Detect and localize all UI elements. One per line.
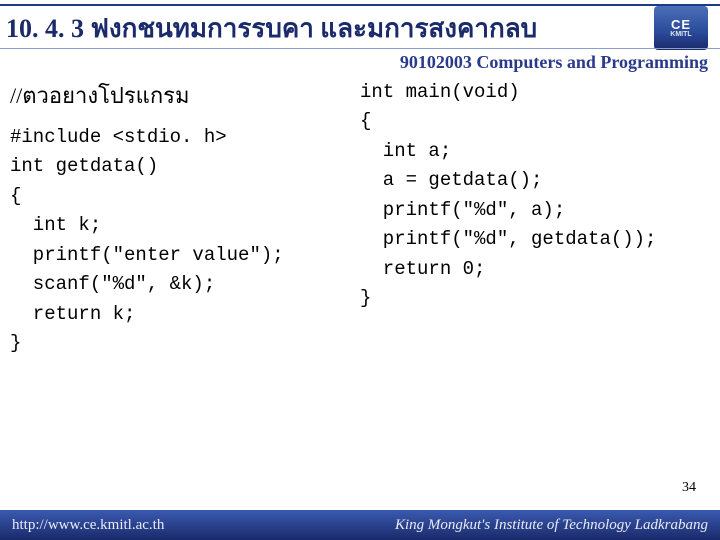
code-block-right: int main(void) { int a; a = getdata(); p… bbox=[360, 78, 710, 314]
code-block-left: #include <stdio. h> int getdata() { int … bbox=[10, 123, 360, 359]
page-number: 34 bbox=[682, 480, 696, 496]
footer-bar: http://www.ce.kmitl.ac.th King Mongkut's… bbox=[0, 510, 720, 540]
footer-url: http://www.ce.kmitl.ac.th bbox=[12, 517, 164, 534]
content-columns: //ตวอยางโปรแกรม #include <stdio. h> int … bbox=[10, 78, 710, 359]
left-column: //ตวอยางโปรแกรม #include <stdio. h> int … bbox=[10, 78, 360, 359]
logo-line2: KMITL bbox=[670, 31, 691, 38]
rule-top bbox=[0, 4, 720, 6]
rule-under-title bbox=[0, 48, 720, 49]
course-label: 90102003 Computers and Programming bbox=[400, 52, 708, 73]
logo-line1: CE bbox=[671, 18, 691, 31]
kmitl-logo: CE KMITL bbox=[654, 6, 708, 50]
slide-title: 10. 4. 3 ฟงกชนทมการรบคา และมการสงคากลบ bbox=[6, 8, 537, 49]
right-column: int main(void) { int a; a = getdata(); p… bbox=[360, 78, 710, 359]
footer-org: King Mongkut's Institute of Technology L… bbox=[395, 517, 708, 534]
example-subtitle: //ตวอยางโปรแกรม bbox=[10, 78, 360, 113]
